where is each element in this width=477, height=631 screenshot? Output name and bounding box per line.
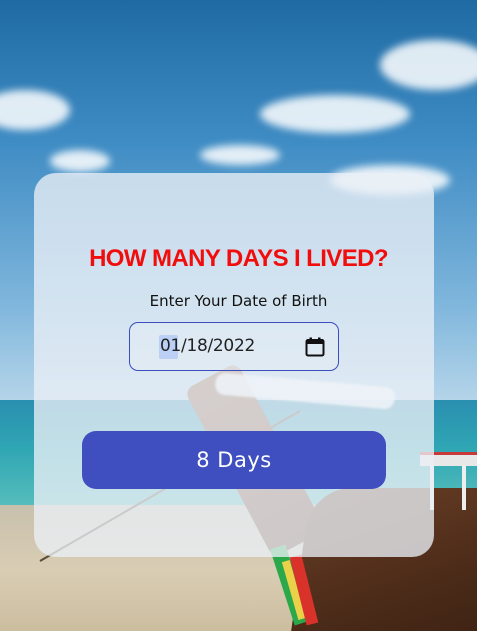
page-title: HOW MANY DAYS I LIVED?: [89, 245, 388, 272]
calendar-icon[interactable]: [305, 337, 325, 357]
dob-label: Enter Your Date of Birth: [149, 292, 328, 310]
cloud: [200, 145, 280, 165]
result-button[interactable]: 8 Days: [82, 431, 386, 489]
cloud: [50, 150, 110, 172]
dob-date-value[interactable]: 01/18/2022: [160, 336, 255, 356]
dob-date-input[interactable]: 01/18/2022: [129, 322, 339, 371]
cloud: [260, 95, 410, 133]
canopy-post: [462, 465, 466, 510]
